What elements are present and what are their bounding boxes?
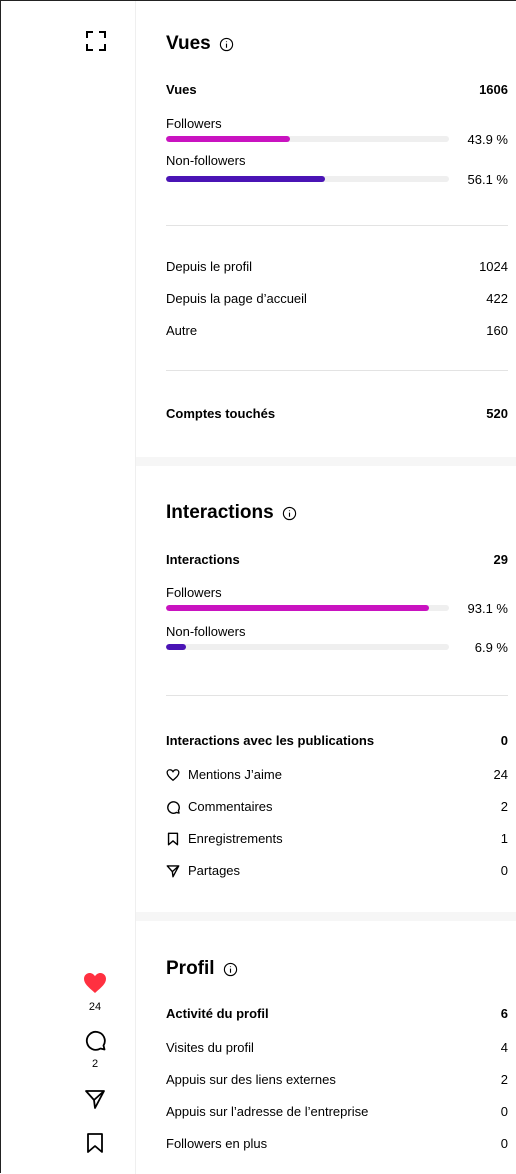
profile-item-label: Appuis sur l’adresse de l’entreprise — [166, 1104, 369, 1119]
interactions-nonfollowers-label: Non-followers — [166, 624, 246, 639]
views-title: Vues — [166, 33, 211, 54]
fullscreen-icon[interactable] — [85, 30, 107, 52]
interactions-followers-bar — [166, 605, 449, 611]
interaction-item-value: 24 — [493, 767, 508, 782]
like-button[interactable]: 24 — [80, 972, 110, 1013]
profile-item: Appuis sur des liens externes 2 — [166, 1072, 508, 1088]
divider — [166, 225, 508, 226]
profile-item: Visites du profil 4 — [166, 1040, 508, 1056]
post-interactions-label: Interactions avec les publications — [166, 733, 375, 748]
views-followers-bar — [166, 136, 449, 142]
views-followers-label: Followers — [166, 116, 222, 131]
source-label: Autre — [166, 323, 198, 338]
interaction-item-likes: Mentions J’aime 24 — [166, 767, 508, 783]
accounts-reached-row: Comptes touchés 520 — [166, 406, 508, 422]
profile-activity-label: Activité du profil — [166, 1006, 269, 1021]
comments-count: 2 — [91, 1058, 99, 1070]
source-label: Depuis le profil — [166, 259, 252, 274]
profile-item-label: Appuis sur des liens externes — [166, 1072, 336, 1087]
interactions-nonfollowers-bar — [166, 644, 449, 650]
accounts-reached-label: Comptes touchés — [166, 406, 276, 421]
views-heading: Vues — [166, 33, 234, 55]
info-icon[interactable] — [282, 506, 297, 521]
comment-icon — [167, 801, 180, 814]
profile-item-value: 0 — [500, 1104, 508, 1119]
source-value: 160 — [486, 323, 508, 338]
views-total-label: Vues — [166, 82, 197, 97]
save-button[interactable] — [80, 1132, 110, 1159]
share-icon — [166, 865, 180, 878]
profile-activity-value: 6 — [500, 1006, 508, 1021]
source-value: 1024 — [479, 259, 508, 274]
divider — [166, 370, 508, 371]
profile-item-value: 2 — [500, 1072, 508, 1087]
left-rail: 24 2 — [1, 1, 136, 1174]
profile-activity-row: Activité du profil 6 — [166, 1006, 508, 1022]
bookmark-icon — [87, 1133, 103, 1153]
heart-outline-icon — [166, 769, 180, 782]
profile-item: Followers en plus 0 — [166, 1136, 508, 1152]
interaction-item-label: Enregistrements — [188, 831, 283, 846]
share-icon — [85, 1090, 105, 1109]
divider — [166, 695, 508, 696]
profile-item-label: Followers en plus — [166, 1136, 268, 1151]
views-total-row: Vues 1606 — [166, 82, 508, 98]
views-followers-fill — [166, 136, 291, 142]
views-source-row: Depuis la page d’accueil 422 — [166, 291, 508, 307]
interactions-heading: Interactions — [166, 502, 297, 524]
interactions-nonfollowers-pct: 6.9 % — [474, 640, 508, 655]
interaction-item-value: 2 — [500, 799, 508, 814]
info-icon[interactable] — [223, 962, 238, 977]
views-nonfollowers-pct: 56.1 % — [467, 172, 508, 187]
comment-icon — [85, 1030, 106, 1051]
interaction-item-label: Mentions J’aime — [188, 767, 282, 782]
insights-panel: Vues Vues 1606 Followers 43.9 % Non-foll… — [136, 1, 516, 1174]
interaction-item-saves: Enregistrements 1 — [166, 831, 508, 847]
interactions-total-value: 29 — [493, 552, 508, 567]
profile-heading: Profil — [166, 958, 238, 980]
accounts-reached-value: 520 — [486, 406, 508, 421]
likes-count: 24 — [88, 1001, 102, 1013]
views-nonfollowers-fill — [166, 176, 325, 182]
views-source-row: Autre 160 — [166, 323, 508, 339]
share-button[interactable] — [80, 1088, 110, 1115]
interactions-total-row: Interactions 29 — [166, 552, 508, 568]
section-separator — [136, 912, 516, 921]
comment-button[interactable]: 2 — [80, 1029, 110, 1070]
info-icon[interactable] — [219, 37, 234, 52]
section-separator — [136, 457, 516, 466]
interactions-followers-pct: 93.1 % — [467, 601, 508, 616]
profile-title: Profil — [166, 958, 215, 979]
profile-item-value: 4 — [500, 1040, 508, 1055]
views-nonfollowers-bar — [166, 176, 449, 182]
interaction-item-label: Partages — [188, 863, 241, 878]
source-label: Depuis la page d’accueil — [166, 291, 307, 306]
interaction-item-label: Commentaires — [188, 799, 273, 814]
interaction-item-comments: Commentaires 2 — [166, 799, 508, 815]
interaction-item-shares: Partages 0 — [166, 863, 508, 879]
profile-item: Appuis sur l’adresse de l’entreprise 0 — [166, 1104, 508, 1120]
interactions-followers-fill — [166, 605, 430, 611]
source-value: 422 — [486, 291, 508, 306]
interactions-title: Interactions — [166, 502, 274, 523]
post-interactions-row: Interactions avec les publications 0 — [166, 733, 508, 749]
profile-item-label: Visites du profil — [166, 1040, 254, 1055]
views-source-row: Depuis le profil 1024 — [166, 259, 508, 275]
interaction-item-value: 1 — [500, 831, 508, 846]
interactions-total-label: Interactions — [166, 552, 240, 567]
views-nonfollowers-label: Non-followers — [166, 153, 246, 168]
heart-filled-icon — [84, 973, 106, 993]
views-total-value: 1606 — [479, 82, 508, 97]
views-followers-pct: 43.9 % — [467, 132, 508, 147]
interaction-item-value: 0 — [500, 863, 508, 878]
bookmark-icon — [167, 832, 179, 846]
post-interactions-value: 0 — [500, 733, 508, 748]
interactions-nonfollowers-fill — [166, 644, 186, 650]
interactions-followers-label: Followers — [166, 585, 222, 600]
profile-item-value: 0 — [500, 1136, 508, 1151]
insights-window: 24 2 Vues Vues 1606 Followers 43.9 % Non… — [0, 0, 516, 1174]
